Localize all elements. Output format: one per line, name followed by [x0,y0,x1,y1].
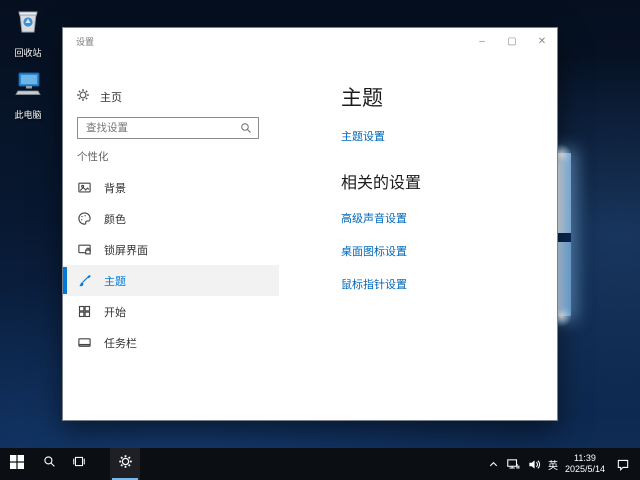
selected-accent-bar [63,267,67,294]
sidebar-section-label: 个性化 [77,149,109,164]
search-icon [43,455,56,473]
sidebar-item-label: 主题 [104,273,126,289]
lock-screen-icon [77,242,92,257]
windows-logo-icon [10,455,24,474]
gear-icon [118,454,133,474]
minimize-button[interactable]: – [467,28,497,54]
taskbar: 英 11:39 2025/5/14 [0,448,640,480]
settings-sidebar: 主页 个性化 [63,56,279,420]
clock-time: 11:39 [574,453,596,463]
clock-date: 2025/5/14 [565,464,605,474]
desktop-icon-settings-link[interactable]: 桌面图标设置 [341,243,407,259]
window-titlebar[interactable]: 设置 – ▢ ✕ [63,28,557,56]
taskbar-icon [77,335,92,350]
themes-icon [77,273,92,288]
volume-icon[interactable] [527,458,541,471]
taskbar-clock[interactable]: 11:39 2025/5/14 [565,453,605,476]
maximize-button[interactable]: ▢ [497,28,527,54]
page-title: 主题 [341,82,383,112]
search-icon[interactable] [240,122,252,134]
action-center-icon[interactable] [616,458,630,471]
sidebar-item-background[interactable]: 背景 [63,172,279,203]
sidebar-item-start[interactable]: 开始 [63,296,279,327]
sidebar-item-taskbar[interactable]: 任务栏 [63,327,279,358]
this-pc-icon [4,68,52,103]
sidebar-item-label: 颜色 [104,211,126,227]
desktop-icon-recycle-bin[interactable]: 回收站 [4,6,52,61]
network-icon[interactable] [506,458,520,471]
sidebar-item-themes[interactable]: 主题 [63,265,279,296]
system-tray: 英 11:39 2025/5/14 [488,448,640,480]
home-gear-icon [76,88,90,105]
sidebar-item-label: 开始 [104,304,126,320]
task-view-icon [72,455,86,473]
recycle-bin-icon [4,6,52,41]
theme-settings-link[interactable]: 主题设置 [341,128,385,144]
related-settings-heading: 相关的设置 [341,169,421,193]
sidebar-item-colors[interactable]: 颜色 [63,203,279,234]
show-hidden-icons-chevron[interactable] [488,459,499,470]
desktop-icon-label: 此电脑 [14,110,41,120]
sidebar-item-label: 任务栏 [104,335,137,351]
advanced-sound-settings-link[interactable]: 高级声音设置 [341,210,407,226]
mouse-pointer-settings-link[interactable]: 鼠标指针设置 [341,276,407,292]
settings-content: 主题 主题设置 相关的设置 高级声音设置 桌面图标设置 鼠标指针设置 [279,56,557,420]
colors-icon [77,211,92,226]
wallpaper-light-bar [557,153,571,316]
sidebar-home-label: 主页 [100,89,122,105]
taskbar-search-button[interactable] [34,448,64,480]
close-button[interactable]: ✕ [527,28,557,54]
sidebar-item-lock-screen[interactable]: 锁屏界面 [63,234,279,265]
input-language-indicator[interactable]: 英 [548,457,558,472]
desktop-wallpaper: 回收站 此电脑 设置 – ▢ ✕ [0,0,640,480]
sidebar-item-home[interactable]: 主页 [76,88,122,105]
sidebar-item-label: 锁屏界面 [104,242,148,258]
settings-search-box [77,117,259,139]
task-view-button[interactable] [64,448,94,480]
background-icon [77,180,92,195]
search-input[interactable] [78,122,240,134]
start-button[interactable] [0,448,34,480]
settings-window: 设置 – ▢ ✕ [62,27,558,421]
desktop-icon-label: 回收站 [14,48,41,58]
desktop-icon-this-pc[interactable]: 此电脑 [4,68,52,123]
taskbar-settings-app-button[interactable] [110,448,140,480]
window-title: 设置 [76,35,94,48]
sidebar-nav: 背景 颜色 [63,172,279,358]
sidebar-item-label: 背景 [104,180,126,196]
start-icon [77,304,92,319]
